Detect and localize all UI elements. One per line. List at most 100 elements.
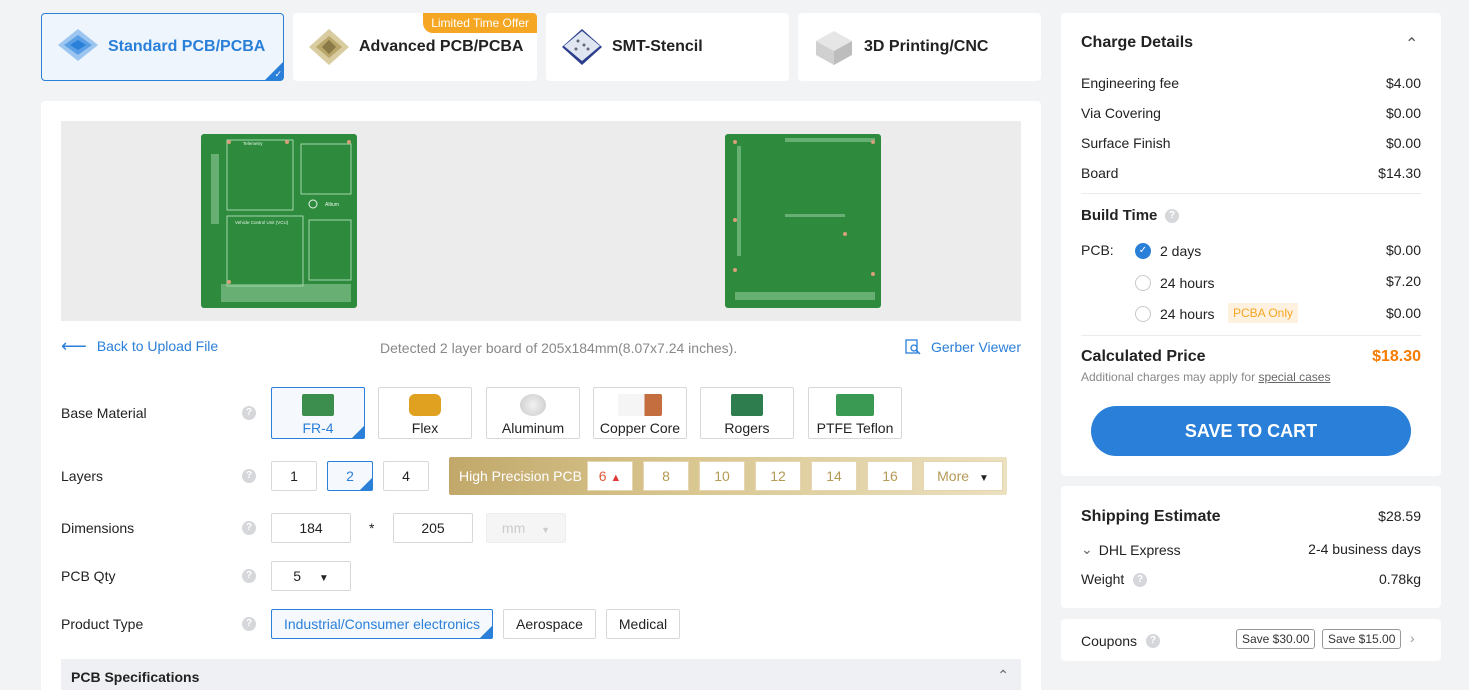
chevron-up-icon[interactable]: ⌃	[1405, 34, 1418, 54]
help-icon[interactable]: ?	[242, 469, 256, 483]
build-option-price: $0.00	[1385, 305, 1421, 321]
weight-value: 0.78kg	[1378, 571, 1421, 587]
charge-item-value: $4.00	[1385, 75, 1421, 91]
dimension-width-input[interactable]: 184	[271, 513, 351, 543]
caret-down-icon: ▼	[541, 525, 551, 535]
material-label: Aluminum	[501, 420, 565, 436]
pcb-qty-select[interactable]: 5 ▼	[271, 561, 351, 591]
material-fr4[interactable]: FR-4	[271, 387, 365, 439]
material-label: Flex	[411, 420, 439, 436]
gerber-viewer-link[interactable]: Gerber Viewer	[905, 339, 1021, 355]
dimension-height-input[interactable]: 205	[393, 513, 473, 543]
hp-layer-8[interactable]: 8	[643, 461, 689, 491]
help-icon[interactable]: ?	[242, 617, 256, 631]
shipping-title: Shipping Estimate	[1081, 508, 1221, 525]
coupons-label: Coupons	[1081, 633, 1138, 649]
unit-select[interactable]: mm ▼	[486, 513, 566, 543]
material-ptfe-teflon[interactable]: PTFE Teflon	[808, 387, 902, 439]
material-rogers[interactable]: Rogers	[700, 387, 794, 439]
product-type-aerospace[interactable]: Aerospace	[503, 609, 596, 639]
divider	[1081, 335, 1421, 336]
chevron-right-icon[interactable]: ›	[1410, 630, 1415, 646]
tab-advanced-pcb[interactable]: Advanced PCB/PCBA Limited Time Offer	[293, 13, 537, 81]
calculated-price-label: Calculated Price	[1081, 348, 1206, 365]
pcb-build-label: PCB:	[1081, 242, 1114, 258]
material-copper-core[interactable]: Copper Core	[593, 387, 687, 439]
layer-option-2[interactable]: 2	[327, 461, 373, 491]
build-option-24-hours-pcba-radio[interactable]	[1135, 306, 1151, 322]
coupon-badge: Save $15.00	[1322, 629, 1402, 649]
material-label: PTFE Teflon	[816, 420, 894, 436]
charge-item-label: Engineering fee	[1081, 75, 1180, 91]
weight-label: Weight	[1081, 571, 1125, 587]
help-icon[interactable]: ?	[242, 569, 256, 583]
carrier-label: DHL Express	[1098, 541, 1181, 558]
rogers-icon	[731, 394, 763, 416]
board-vcu-text: Vehicle Control Unit (VCU)	[235, 220, 289, 225]
high-precision-label: High Precision PCB	[459, 468, 582, 484]
dimension-separator: *	[369, 520, 375, 536]
special-cases-link[interactable]: special cases	[1258, 370, 1330, 384]
material-label: Rogers	[724, 420, 770, 436]
shipping-carrier-select[interactable]: ⌄ DHL Express	[1081, 541, 1181, 558]
pcb-qty-value: 5	[293, 568, 301, 584]
build-option-label: 24 hours	[1160, 306, 1215, 322]
charge-item-value: $0.00	[1385, 105, 1421, 121]
hp-layer-12[interactable]: 12	[755, 461, 801, 491]
build-time-title: Build Time	[1081, 207, 1158, 224]
board-telemetry-text: Telemetry	[243, 141, 263, 146]
coupon-badge: Save $30.00	[1236, 629, 1316, 649]
flex-icon	[409, 394, 441, 416]
smt-stencil-icon	[562, 29, 602, 65]
product-type-label-text: Industrial/Consumer electronics	[283, 616, 481, 632]
aluminum-icon	[520, 394, 546, 416]
tab-standard-pcb[interactable]: Standard PCB/PCBA ✓	[41, 13, 284, 81]
chevron-down-icon: ⌄	[1081, 541, 1093, 557]
unit-label: mm	[501, 520, 526, 536]
specs-title: PCB Specifications	[71, 669, 200, 685]
more-label: More	[937, 468, 970, 484]
help-icon[interactable]: ?	[1165, 209, 1179, 223]
charge-item-value: $0.00	[1385, 135, 1421, 151]
additional-charges-note: Additional charges may apply for special…	[1081, 370, 1330, 384]
help-icon[interactable]: ?	[242, 406, 256, 420]
hp-more-dropdown[interactable]: More ▼	[923, 461, 1003, 491]
help-icon[interactable]: ?	[242, 521, 256, 535]
hp-layer-14[interactable]: 14	[811, 461, 857, 491]
tab-label: SMT-Stencil	[612, 38, 703, 55]
product-type-industrial[interactable]: Industrial/Consumer electronics	[271, 609, 493, 639]
back-to-upload-link[interactable]: ⟵ Back to Upload File	[61, 337, 218, 355]
gerber-viewer-icon	[905, 339, 921, 355]
caret-down-icon: ▼	[318, 573, 329, 584]
product-type-medical[interactable]: Medical	[606, 609, 680, 639]
layer-option-4[interactable]: 4	[383, 461, 429, 491]
hp-layer-10[interactable]: 10	[699, 461, 745, 491]
charge-item-value: $14.30	[1378, 165, 1421, 181]
material-aluminum[interactable]: Aluminum	[486, 387, 580, 439]
pcb-qty-label: PCB Qty	[61, 568, 116, 584]
charge-item: Engineering fee	[1081, 75, 1421, 91]
build-option-label: 24 hours	[1160, 275, 1215, 291]
hp-layer-label: 6	[598, 468, 607, 484]
help-icon[interactable]: ?	[1133, 573, 1147, 587]
product-type-label: Product Type	[61, 616, 144, 632]
layer-option-1[interactable]: 1	[271, 461, 317, 491]
material-label: FR-4	[302, 420, 334, 436]
layer-option-label: 2	[346, 468, 354, 484]
gerber-viewer-label: Gerber Viewer	[931, 339, 1022, 355]
help-icon[interactable]: ?	[1146, 634, 1160, 648]
charge-item-label: Board	[1081, 165, 1119, 181]
tab-smt-stencil[interactable]: SMT-Stencil	[546, 13, 789, 81]
hp-layer-6[interactable]: 6 ▲	[587, 461, 633, 491]
pcb-specifications-header[interactable]: PCB Specifications ⌃	[61, 659, 1021, 690]
tab-label: Advanced PCB/PCBA	[359, 38, 524, 55]
save-to-cart-button[interactable]: SAVE TO CART	[1091, 406, 1411, 456]
build-option-2-days-radio[interactable]: ✓	[1135, 243, 1151, 259]
tab-3d-printing[interactable]: 3D Printing/CNC	[798, 13, 1041, 81]
hp-layer-16[interactable]: 16	[867, 461, 913, 491]
build-option-24-hours-radio[interactable]	[1135, 275, 1151, 291]
pcb-top-image: Telemetry Vehicle Control Unit (VCU) Alt…	[201, 134, 357, 308]
material-flex[interactable]: Flex	[378, 387, 472, 439]
note-text: Additional charges may apply for	[1081, 370, 1256, 384]
high-precision-pcb-bar: High Precision PCB 6 ▲ 8 10 12 14 16 Mor…	[449, 457, 1007, 495]
